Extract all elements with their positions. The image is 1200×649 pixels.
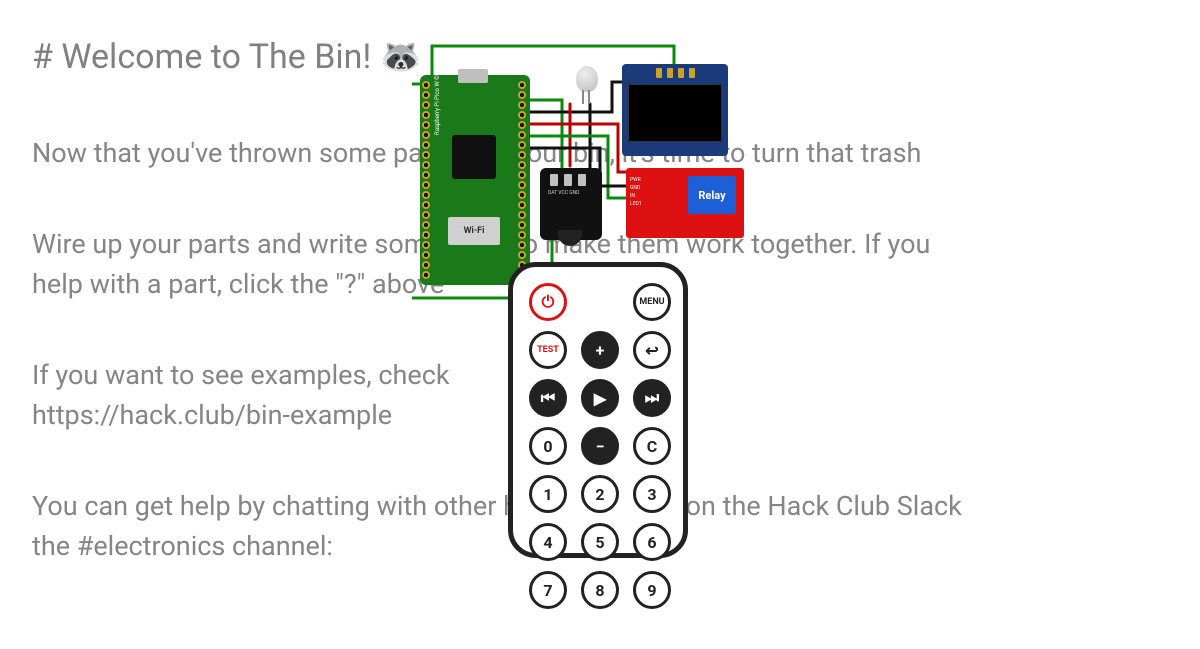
pico-pin-hole <box>518 201 526 209</box>
pico-pin-hole <box>422 141 430 149</box>
remote-button[interactable]: MENU <box>633 283 671 321</box>
remote-button[interactable]: ▶ <box>581 379 619 417</box>
pico-pin-hole <box>422 261 430 269</box>
pico-pin-hole <box>422 151 430 159</box>
pico-pin-row-left <box>422 81 432 279</box>
pico-pin-hole <box>422 81 430 89</box>
pico-pin-hole <box>518 91 526 99</box>
paragraph-3-link: https://hack.club/bin-example <box>32 399 392 431</box>
circuit-diagram: Wi-Fi Raspberry Pi Pico W ©2022 DAT VCC … <box>412 40 792 560</box>
remote-button[interactable]: 0 <box>529 427 567 465</box>
pico-pin-hole <box>518 121 526 129</box>
remote-button-grid: ⏻MENUTEST+↩⏮▶⏭0−C123456789 <box>529 283 667 609</box>
paragraph-2-line-2: help with a part, click the "?" above <box>32 268 444 300</box>
ir-receiver-module[interactable]: DAT VCC GND <box>540 168 602 240</box>
pico-pin-hole <box>518 141 526 149</box>
pico-pin-hole <box>518 251 526 259</box>
oled-screen <box>628 84 722 142</box>
ir-receiver-pins <box>550 174 586 186</box>
pico-pin-hole <box>422 121 430 129</box>
remote-button[interactable]: 7 <box>529 571 567 609</box>
remote-button[interactable]: 5 <box>581 523 619 561</box>
remote-button[interactable]: ⏮ <box>529 379 567 417</box>
pico-pin-hole <box>422 271 430 279</box>
pico-pin-hole <box>422 171 430 179</box>
oled-pin <box>689 68 695 78</box>
oled-pin <box>656 68 662 78</box>
pico-pin-hole <box>518 151 526 159</box>
remote-button[interactable]: 3 <box>633 475 671 513</box>
pico-pin-hole <box>518 111 526 119</box>
remote-button[interactable]: + <box>581 331 619 369</box>
pico-pin-hole <box>422 211 430 219</box>
pico-pin-hole <box>422 181 430 189</box>
remote-button[interactable]: ↩ <box>633 331 671 369</box>
oled-pins <box>656 68 695 78</box>
pico-pin-hole <box>518 241 526 249</box>
ir-remote[interactable]: ⏻MENUTEST+↩⏮▶⏭0−C123456789 <box>508 262 688 558</box>
remote-button[interactable]: 8 <box>581 571 619 609</box>
pico-pin-hole <box>518 131 526 139</box>
remote-button[interactable]: 9 <box>633 571 671 609</box>
pico-pin-hole <box>422 161 430 169</box>
pico-rp2040-chip <box>452 135 496 179</box>
pico-pin-hole <box>518 191 526 199</box>
remote-button[interactable]: C <box>633 427 671 465</box>
pico-pin-hole <box>422 251 430 259</box>
pico-pin-hole <box>518 171 526 179</box>
pico-pin-hole <box>518 211 526 219</box>
raspberry-pi-pico[interactable]: Wi-Fi Raspberry Pi Pico W ©2022 <box>420 75 530 285</box>
remote-button[interactable]: 1 <box>529 475 567 513</box>
pico-pin-hole <box>422 221 430 229</box>
led-component[interactable] <box>576 66 598 92</box>
remote-button[interactable]: TEST <box>529 331 567 369</box>
pico-pin-hole <box>422 101 430 109</box>
wire <box>530 124 632 172</box>
remote-button[interactable]: 6 <box>633 523 671 561</box>
relay-pin-label: GND <box>630 184 642 192</box>
remote-button[interactable]: 4 <box>529 523 567 561</box>
relay-pin-label: IN <box>630 192 642 200</box>
pico-usb-port <box>458 69 488 83</box>
remote-button[interactable]: ⏻ <box>529 283 567 321</box>
relay-pin-label: LED1 <box>630 200 642 208</box>
oled-display[interactable] <box>622 64 728 156</box>
relay-pin-labels: PWRGNDINLED1 <box>630 176 642 208</box>
pico-pin-hole <box>422 231 430 239</box>
wire <box>530 100 562 170</box>
pico-pin-hole <box>422 201 430 209</box>
pico-pin-hole <box>422 131 430 139</box>
pico-pin-hole <box>422 191 430 199</box>
pico-pin-hole <box>422 91 430 99</box>
pico-pin-row-right <box>518 81 528 279</box>
remote-button[interactable]: 2 <box>581 475 619 513</box>
oled-pin <box>678 68 684 78</box>
pico-pin-hole <box>518 161 526 169</box>
pico-pin-hole <box>518 81 526 89</box>
remote-button[interactable]: ⏭ <box>633 379 671 417</box>
pico-pin-hole <box>518 231 526 239</box>
pico-pin-hole <box>518 181 526 189</box>
paragraph-3-line-1: If you want to see examples, check <box>32 359 450 391</box>
pico-board-label: Raspberry Pi Pico W ©2022 <box>434 62 441 135</box>
pico-wifi-module: Wi-Fi <box>448 217 500 245</box>
ir-receiver-pin-labels: DAT VCC GND <box>548 190 579 196</box>
ir-receiver-sensor <box>558 230 582 246</box>
pico-pin-hole <box>518 221 526 229</box>
remote-button[interactable]: − <box>581 427 619 465</box>
relay-pin-label: PWR <box>630 176 642 184</box>
relay-module[interactable]: PWRGNDINLED1 Relay <box>626 168 744 238</box>
pico-pin-hole <box>518 101 526 109</box>
paragraph-4-line-2: the #electronics channel: <box>32 530 333 562</box>
led-legs <box>582 90 590 104</box>
pico-pin-hole <box>422 241 430 249</box>
pico-pin-hole <box>422 111 430 119</box>
relay-cube: Relay <box>688 176 736 214</box>
oled-pin <box>667 68 673 78</box>
